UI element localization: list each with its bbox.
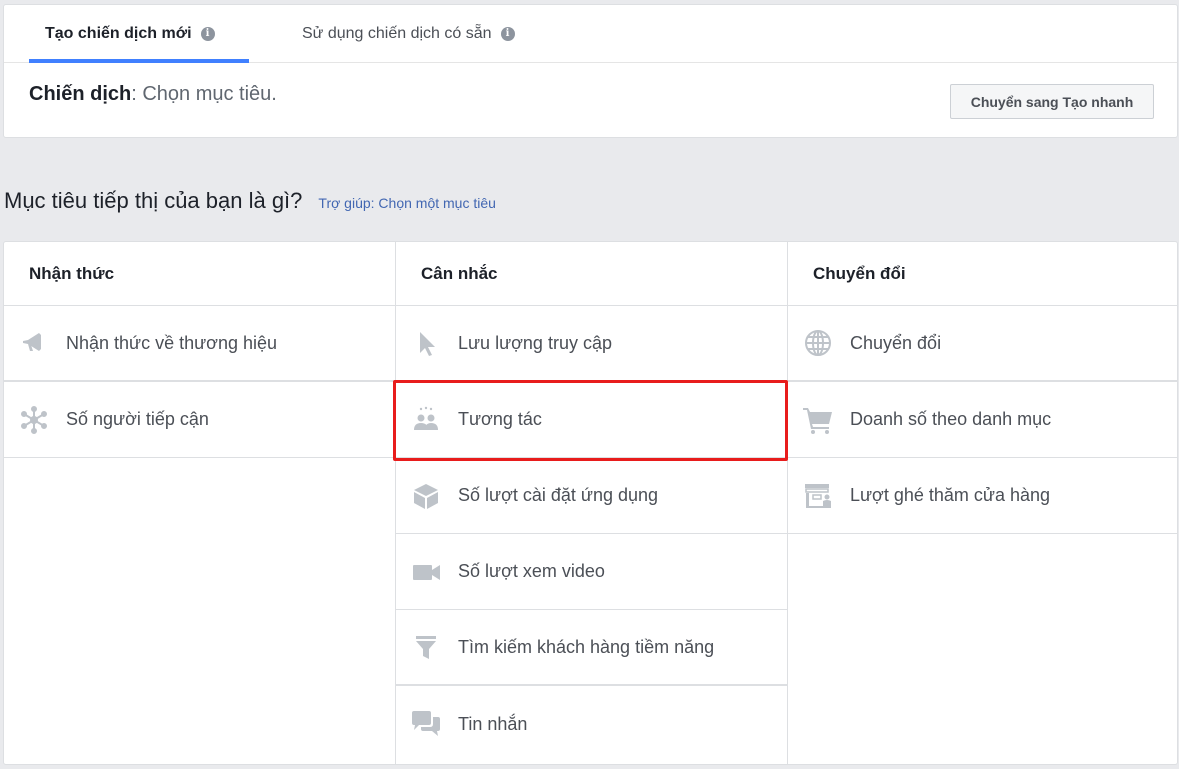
switch-quick-create-button[interactable]: Chuyển sang Tạo nhanh: [950, 84, 1154, 119]
column-awareness: Nhận thức Nhận thức về thương hiệu Số ng…: [4, 242, 395, 764]
tab-bar: Tạo chiến dịch mới i Sử dụng chiến dịch …: [4, 5, 1177, 63]
info-icon[interactable]: i: [500, 27, 515, 41]
tab-label: Tạo chiến dịch mới: [45, 25, 192, 42]
question-text: Mục tiêu tiếp thị của bạn là gì?: [4, 188, 303, 213]
objective-app-installs[interactable]: Số lượt cài đặt ứng dụng: [396, 458, 787, 534]
video-camera-icon: [410, 556, 442, 588]
funnel-icon: [410, 631, 442, 663]
cursor-icon: [410, 327, 442, 359]
campaign-status-text: : Chọn mục tiêu.: [131, 83, 277, 105]
reach-network-icon: [18, 404, 50, 436]
objective-brand-awareness[interactable]: Nhận thức về thương hiệu: [4, 306, 395, 382]
objective-traffic[interactable]: Lưu lượng truy cập: [396, 306, 787, 382]
tab-use-existing-campaign[interactable]: Sử dụng chiến dịch có sẵn i: [302, 5, 515, 63]
objective-label: Doanh số theo danh mục: [850, 409, 1052, 429]
objective-label: Số người tiếp cận: [66, 409, 209, 429]
objective-label: Lượt ghé thăm cửa hàng: [850, 485, 1051, 505]
megaphone-icon: [18, 327, 50, 359]
tab-label: Sử dụng chiến dịch có sẵn: [302, 25, 492, 42]
objective-label: Số lượt xem video: [458, 561, 605, 581]
globe-icon: [802, 327, 834, 359]
store-icon: [802, 480, 834, 512]
objective-messages[interactable]: Tin nhắn: [396, 686, 787, 762]
objective-engagement[interactable]: Tương tác: [396, 382, 787, 458]
column-header: Nhận thức: [4, 242, 395, 306]
campaign-status: Chiến dịch: Chọn mục tiêu.: [29, 83, 277, 106]
box-icon: [410, 480, 442, 512]
marketing-objective-heading: Mục tiêu tiếp thị của bạn là gì? Trợ giú…: [4, 188, 496, 214]
help-link[interactable]: Trợ giúp: Chọn một mục tiêu: [318, 195, 496, 211]
objective-label: Chuyển đổi: [850, 332, 942, 353]
objective-label: Tin nhắn: [458, 713, 528, 734]
campaign-label: Chiến dịch: [29, 83, 132, 105]
active-tab-underline: [29, 59, 249, 63]
objective-catalog-sales[interactable]: Doanh số theo danh mục: [788, 382, 1177, 458]
objective-grid: Nhận thức Nhận thức về thương hiệu Số ng…: [3, 241, 1178, 765]
column-consideration: Cân nhắc Lưu lượng truy cập Tương tác Số…: [395, 242, 787, 764]
shopping-cart-icon: [802, 404, 834, 436]
chat-bubbles-icon: [410, 708, 442, 740]
column-conversion: Chuyển đổi Chuyển đổi Doanh số theo danh…: [787, 242, 1177, 764]
objective-reach[interactable]: Số người tiếp cận: [4, 382, 395, 458]
objective-label: Lưu lượng truy cập: [458, 332, 612, 353]
objective-label: Số lượt cài đặt ứng dụng: [458, 485, 659, 505]
info-icon[interactable]: i: [200, 27, 215, 41]
column-header: Chuyển đổi: [788, 242, 1177, 306]
objective-conversions[interactable]: Chuyển đổi: [788, 306, 1177, 382]
campaign-card: Tạo chiến dịch mới i Sử dụng chiến dịch …: [3, 4, 1178, 138]
objective-label: Tương tác: [458, 409, 542, 429]
objective-lead-generation[interactable]: Tìm kiếm khách hàng tiềm năng: [396, 610, 787, 686]
column-header: Cân nhắc: [396, 242, 787, 306]
tab-create-new-campaign[interactable]: Tạo chiến dịch mới i: [29, 5, 249, 63]
objective-video-views[interactable]: Số lượt xem video: [396, 534, 787, 610]
objective-store-visits[interactable]: Lượt ghé thăm cửa hàng: [788, 458, 1177, 534]
objective-label: Nhận thức về thương hiệu: [66, 332, 278, 353]
people-engagement-icon: [410, 404, 442, 436]
objective-label: Tìm kiếm khách hàng tiềm năng: [458, 636, 715, 657]
